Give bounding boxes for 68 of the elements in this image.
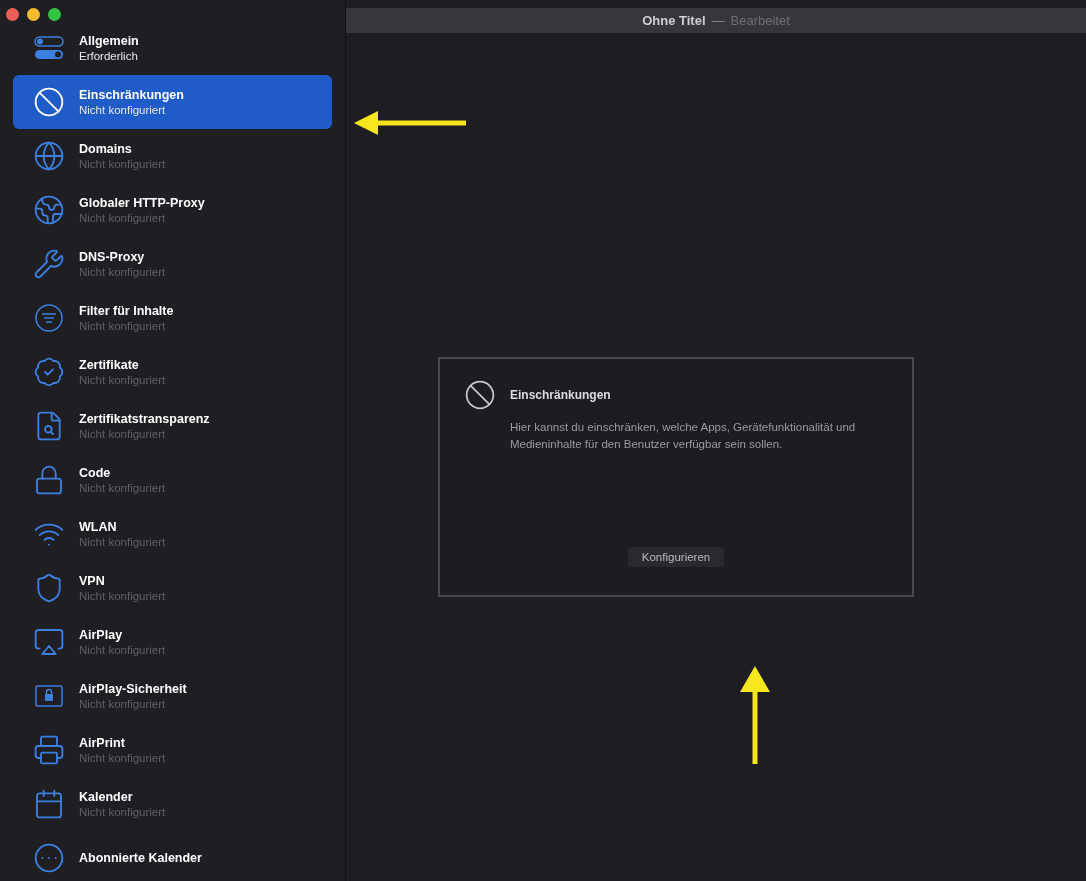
- zoom-button[interactable]: [48, 8, 61, 21]
- item-status: Nicht konfiguriert: [79, 428, 167, 440]
- ban-icon: [464, 379, 496, 411]
- sidebar-item[interactable]: Einschränkungen Nicht konfiguriert: [13, 75, 332, 129]
- item-title: Allgemein: [79, 34, 139, 48]
- item-title: AirPlay-Sicherheit: [79, 682, 187, 696]
- sidebar-item[interactable]: AirPrint Nicht konfiguriert: [13, 723, 332, 777]
- sidebar-item[interactable]: Kalender Nicht konfiguriert: [13, 777, 332, 831]
- item-status: Nicht konfiguriert: [79, 158, 166, 170]
- airplay-icon: [33, 626, 65, 658]
- sidebar-item[interactable]: DNS-Proxy Nicht konfiguriert: [13, 237, 332, 291]
- item-status: Nicht konfiguriert: [79, 536, 166, 548]
- item-status: Nicht konfiguriert: [79, 644, 166, 656]
- sidebar-item[interactable]: Zertifikatstransparenz Nicht konfiguriert: [13, 399, 332, 453]
- window-title: Ohne Titel: [642, 13, 706, 28]
- ban-icon: [33, 86, 65, 118]
- item-status: Nicht konfiguriert: [79, 266, 166, 278]
- sidebar-item[interactable]: Globaler HTTP-Proxy Nicht konfiguriert: [13, 183, 332, 237]
- globe-icon: [33, 140, 65, 172]
- item-status: Nicht konfiguriert: [79, 104, 167, 116]
- item-title: Zertifikate: [79, 358, 140, 372]
- item-status: Nicht konfiguriert: [79, 752, 166, 764]
- window-subtitle: Bearbeitet: [730, 13, 790, 28]
- lock-icon: [33, 464, 65, 496]
- badge-check-icon: [33, 356, 65, 388]
- item-status: Nicht konfiguriert: [79, 590, 166, 602]
- item-title: DNS-Proxy: [79, 250, 146, 264]
- item-status: Nicht konfiguriert: [79, 212, 167, 224]
- sidebar-item[interactable]: AirPlay Nicht konfiguriert: [13, 615, 332, 669]
- item-title: WLAN: [79, 520, 118, 534]
- sidebar-item[interactable]: AirPlay-Sicherheit Nicht konfiguriert: [13, 669, 332, 723]
- item-status: Nicht konfiguriert: [79, 806, 166, 818]
- sidebar-item[interactable]: Domains Nicht konfiguriert: [13, 129, 332, 183]
- sidebar-item[interactable]: Filter für Inhalte Nicht konfiguriert: [13, 291, 332, 345]
- minimize-button[interactable]: [27, 8, 40, 21]
- wrench-icon: [33, 248, 65, 280]
- item-status: Nicht konfiguriert: [79, 320, 167, 332]
- calendar-icon: [33, 788, 65, 820]
- filter-icon: [33, 302, 65, 334]
- item-status: Nicht konfiguriert: [79, 374, 166, 386]
- globe-icon: [33, 194, 65, 226]
- sidebar-item[interactable]: VPN Nicht konfiguriert: [13, 561, 332, 615]
- item-status: Nicht konfiguriert: [79, 482, 166, 494]
- item-title: Abonnierte Kalender: [79, 851, 202, 865]
- configure-button[interactable]: Konfigurieren: [627, 547, 725, 567]
- printer-icon: [33, 734, 65, 766]
- item-status: Nicht konfiguriert: [79, 698, 167, 710]
- card-title: Einschränkungen: [510, 388, 611, 402]
- item-title: AirPlay: [79, 628, 124, 642]
- item-title: Einschränkungen: [79, 88, 184, 102]
- title-separator: —: [711, 13, 725, 28]
- sidebar-item[interactable]: Code Nicht konfiguriert: [13, 453, 332, 507]
- item-title: Filter für Inhalte: [79, 304, 174, 318]
- sidebar-item[interactable]: Zertifikate Nicht konfiguriert: [13, 345, 332, 399]
- item-title: Code: [79, 466, 112, 480]
- close-button[interactable]: [6, 8, 19, 21]
- item-status: Erforderlich: [79, 50, 139, 62]
- sidebar-item[interactable]: WLAN Nicht konfiguriert: [13, 507, 332, 561]
- item-title: AirPrint: [79, 736, 126, 750]
- item-title: Zertifikatstransparenz: [79, 412, 210, 426]
- circle-icon: [33, 842, 65, 874]
- sidebar-item[interactable]: Abonnierte Kalender: [13, 831, 332, 881]
- item-title: Kalender: [79, 790, 134, 804]
- card-description: Hier kannst du einschränken, welche Apps, Gerätefunktionalität und Medieninhalte für den Benutzer verfügbar sein sollen.: [510, 420, 857, 452]
- sidebar-item[interactable]: Allgemein Erforderlich: [13, 21, 332, 75]
- item-title: Domains: [79, 142, 133, 156]
- item-title: Globaler HTTP-Proxy: [79, 196, 205, 210]
- item-title: VPN: [79, 574, 106, 588]
